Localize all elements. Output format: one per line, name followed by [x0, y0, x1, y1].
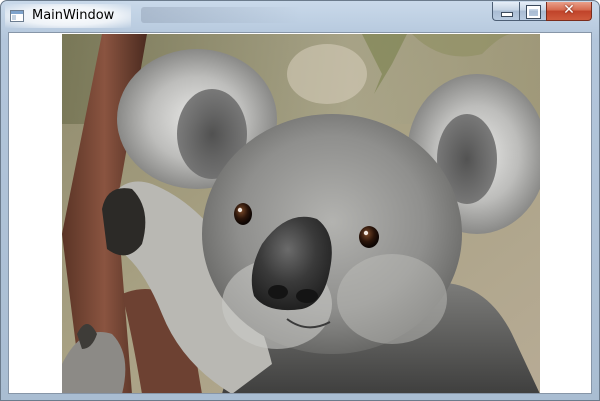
close-icon: ✕: [563, 2, 575, 18]
background-window-ghost: [141, 7, 301, 23]
koala-image: [62, 34, 540, 393]
minimize-button[interactable]: [492, 2, 519, 21]
window-app-icon[interactable]: [10, 10, 24, 22]
maximize-icon: [526, 5, 541, 19]
maximize-button[interactable]: [519, 2, 546, 21]
window-title: MainWindow: [32, 8, 115, 23]
title-bar[interactable]: MainWindow ✕: [1, 1, 599, 32]
minimize-icon: [501, 12, 513, 17]
client-area: [8, 32, 592, 394]
main-window: MainWindow ✕: [0, 0, 600, 401]
close-button[interactable]: ✕: [546, 2, 592, 21]
caption-buttons: ✕: [492, 2, 592, 21]
